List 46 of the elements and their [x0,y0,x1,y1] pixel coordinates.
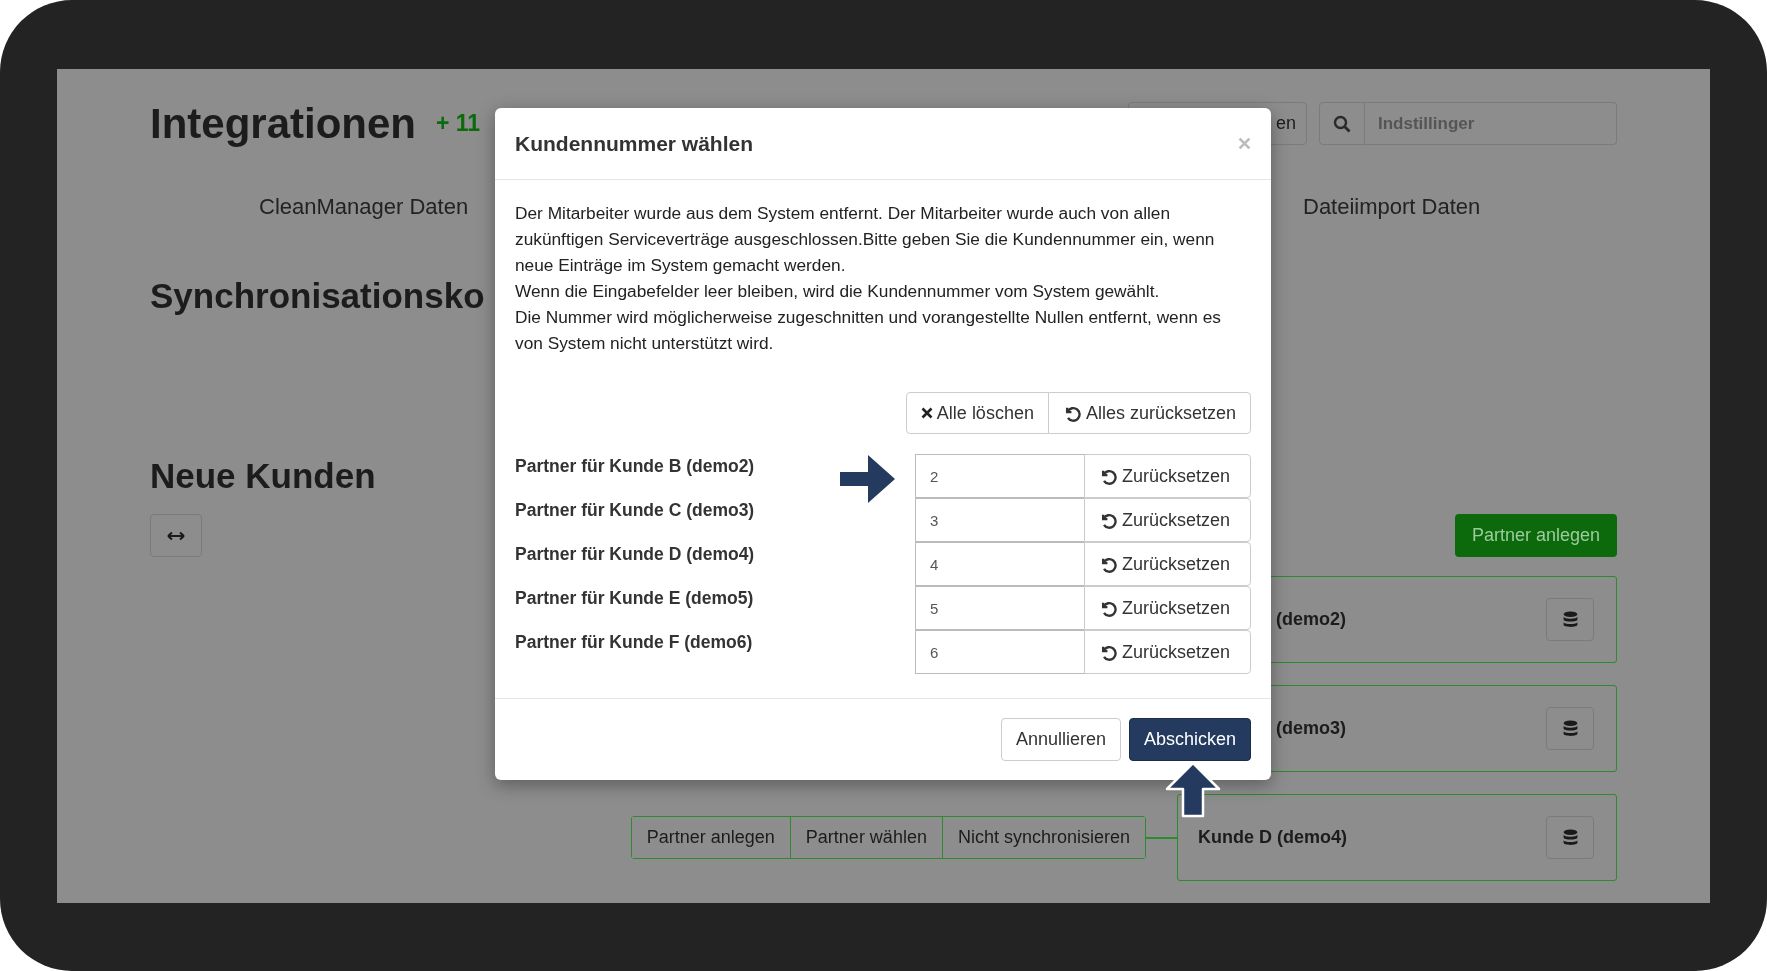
section-title: Synchronisationsko [150,276,485,316]
cancel-button[interactable]: Annullieren [1000,718,1121,761]
customer-name: Kunde D (demo4) [1197,827,1347,848]
reset-button[interactable]: Zurücksetzen [1084,630,1251,674]
field-label: Partner für Kunde C (demo3) [515,499,756,521]
search-field[interactable]: Indstillinger [1365,102,1617,145]
field-label: Partner für Kunde E (demo5) [515,587,755,609]
input-field[interactable]: 3 [915,498,1085,542]
reset-button[interactable]: Zurücksetzen [1084,454,1251,498]
tab-label[interactable]: Dateiimport Daten [1303,192,1617,222]
input-field[interactable]: 2 [915,454,1085,498]
dialog-message: Der Mitarbeiter wurde aus dem System entfernt. Der Mitarbeiter wurde auch von allen zukünftigen Serviceverträge ausgeschlossen.Bitte geben Sie die Kundennummer ein, wenn neue Einträge im System gemacht werden. [515,202,1216,277]
action-button[interactable]: Nicht synchronisieren [941,817,1145,858]
close-icon [1238,137,1251,150]
field-label: Partner für Kunde D (demo4) [515,543,756,565]
reset-button[interactable]: Zurücksetzen [1084,586,1251,630]
swap-button[interactable] [150,514,202,557]
reset-all-button[interactable]: Alles zurücksetzen [1047,392,1251,434]
double-arrow-icon [167,530,185,541]
reset-button[interactable]: Zurücksetzen [1084,542,1251,586]
field-label: Partner für Kunde F (demo6) [515,631,754,653]
input-field[interactable]: 6 [915,630,1085,674]
field-label: Partner für Kunde B (demo2) [515,455,756,477]
count-label: + 11 [436,110,481,137]
reset-button[interactable]: Zurücksetzen [1084,498,1251,542]
clear-all-button[interactable]: Alle löschen [905,392,1049,434]
customer-name: (demo2) [1275,609,1346,630]
section-title: Neue Kunden [150,456,376,496]
database-button[interactable] [1546,707,1594,750]
search-button[interactable] [1319,102,1365,145]
dialog-message: Die Nummer wird möglicherweise zugeschnitten und vorangestellte Nullen entfernt, wenn es von System nicht unterstützt wird. [515,306,1222,355]
create-partner-button[interactable]: Partner anlegen [1455,514,1617,557]
database-button[interactable] [1546,816,1594,859]
input-field[interactable]: 4 [915,542,1085,586]
pointer-arrow-icon [840,455,895,503]
input-field[interactable]: 5 [915,586,1085,630]
database-button[interactable] [1546,598,1594,641]
dialog-title: Kundennummer wählen [515,131,754,156]
database-icon [1562,829,1578,846]
database-icon [1562,720,1578,737]
search-icon [1333,114,1351,133]
x-icon [920,407,933,419]
page-title: Integrationen [150,102,416,145]
dialog-message: Wenn die Eingabefelder leer bleiben, wird die Kundennummer vom System gewählt. [515,280,1161,303]
submit-button[interactable]: Abschicken [1128,718,1251,761]
database-icon [1562,611,1578,628]
